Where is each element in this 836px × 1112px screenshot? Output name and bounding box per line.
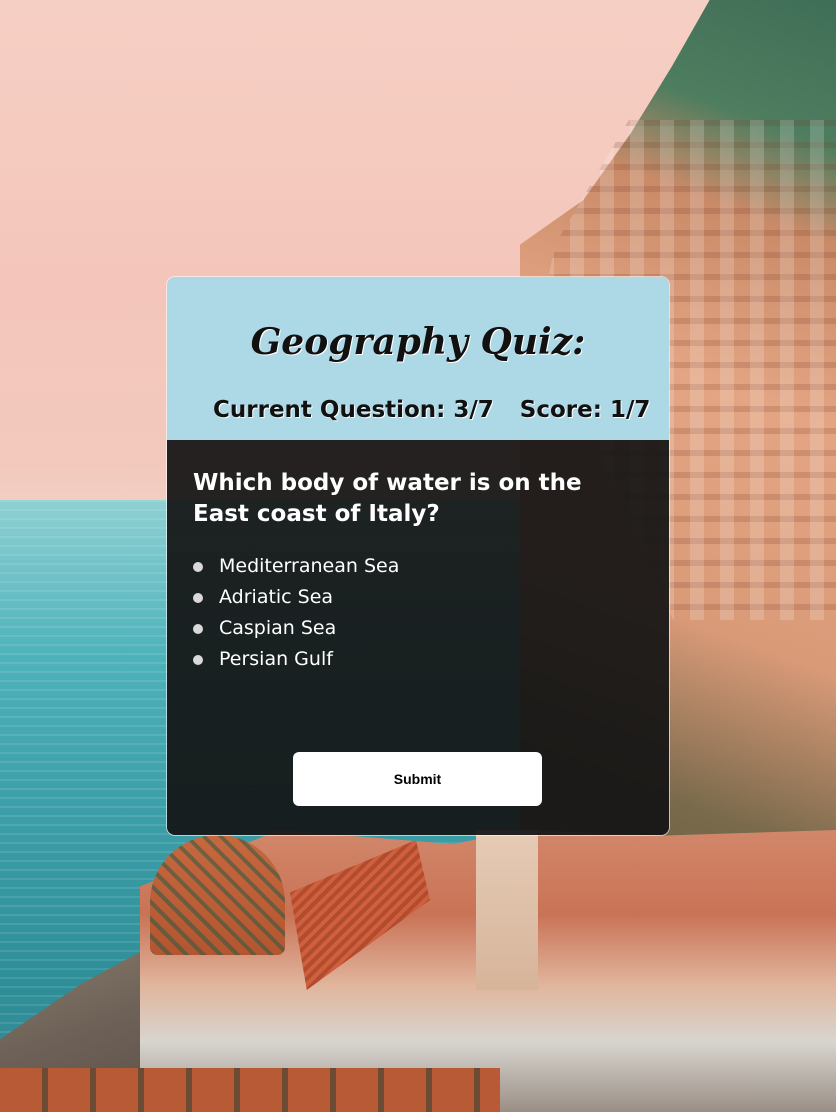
answer-label: Persian Gulf: [219, 648, 333, 670]
terrace-planters: [0, 1068, 500, 1112]
circle-bullet-icon: [193, 624, 203, 634]
circle-bullet-icon: [193, 655, 203, 665]
circle-bullet-icon: [193, 593, 203, 603]
submit-button[interactable]: Submit: [293, 752, 542, 806]
answer-option[interactable]: Caspian Sea: [193, 615, 399, 646]
score-counter: Score: 1/7: [519, 397, 651, 423]
answer-label: Caspian Sea: [219, 617, 337, 639]
question-text: Which body of water is on the East coast…: [193, 470, 582, 527]
circle-bullet-icon: [193, 562, 203, 572]
answer-option[interactable]: Adriatic Sea: [193, 584, 399, 615]
quiz-card: Geography Quiz: Current Question: 3/7 Sco…: [167, 277, 669, 835]
answer-label: Adriatic Sea: [219, 586, 334, 608]
quiz-header: Geography Quiz: Current Question: 3/7 Sco…: [167, 277, 669, 440]
answer-label: Mediterranean Sea: [219, 555, 400, 577]
quiz-title: Geography Quiz:: [250, 321, 586, 363]
quiz-body: Which body of water is on the East coast…: [167, 440, 669, 835]
answer-list: Mediterranean Sea Adriatic Sea Caspian S…: [193, 553, 399, 677]
bell-tower: [476, 830, 538, 990]
quiz-stats: Current Question: 3/7 Score: 1/7: [213, 397, 650, 423]
answer-option[interactable]: Persian Gulf: [193, 646, 399, 677]
answer-option[interactable]: Mediterranean Sea: [193, 553, 399, 584]
current-question-counter: Current Question: 3/7: [213, 397, 494, 423]
